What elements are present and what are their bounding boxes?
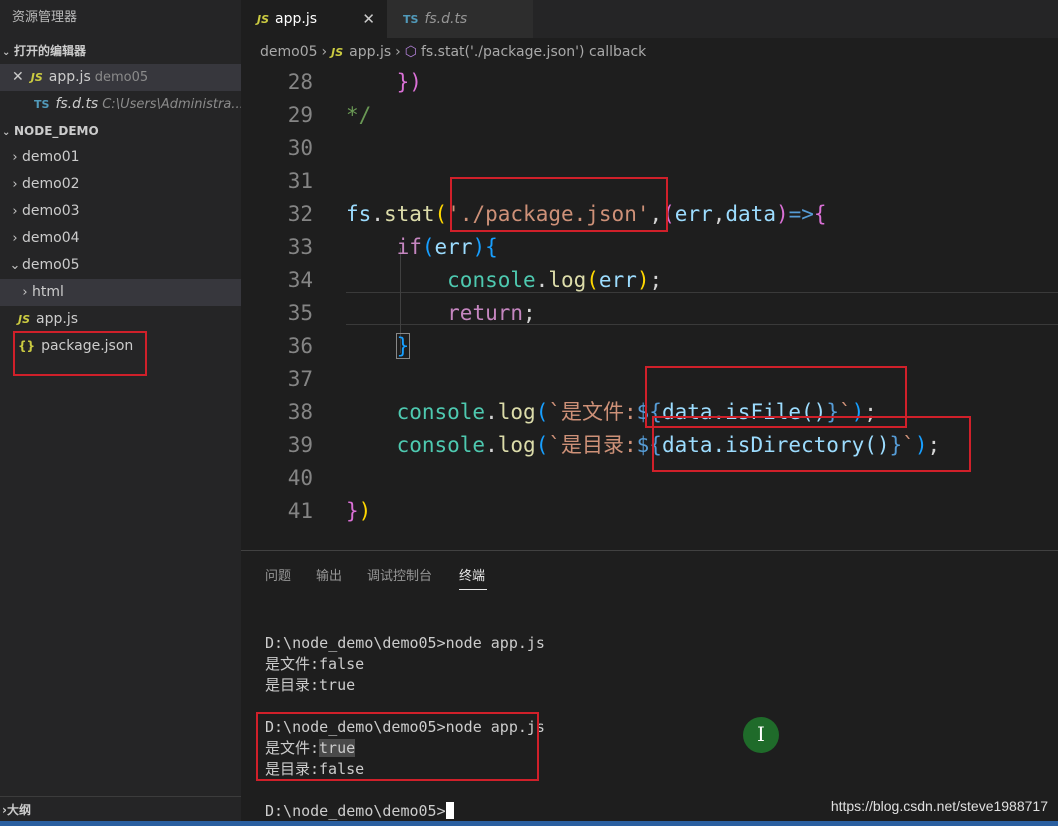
open-editors-header[interactable]: ⌄ 打开的编辑器 <box>0 38 241 64</box>
code-line: fs.stat('./package.json',(err,data)=>{ <box>346 202 827 226</box>
terminal-line: 是文件:false <box>265 655 365 673</box>
folder-demo05[interactable]: ⌄ demo05 <box>0 252 241 279</box>
chevron-right-icon: › <box>12 150 18 165</box>
line-number: 33 <box>287 235 313 259</box>
breadcrumb: demo05 › JS app.js › ⬡ fs.stat('./package.json… <box>241 38 1058 66</box>
js-file-icon: JS <box>18 313 31 326</box>
line-number: 36 <box>287 334 313 358</box>
folder-demo03[interactable]: › demo03 <box>0 198 241 225</box>
mouse-cursor-icon: I <box>743 717 779 753</box>
code-line: } <box>395 333 411 359</box>
line-number: 35 <box>287 301 313 325</box>
folder-demo04[interactable]: › demo04 <box>0 225 241 252</box>
line-number: 38 <box>287 400 313 424</box>
line-number: 32 <box>287 202 313 226</box>
file-package-json[interactable]: {} package.json <box>0 333 241 360</box>
editor-tabs: JS app.js ✕ TS fs.d.ts <box>241 0 1058 38</box>
line-number: 30 <box>287 136 313 160</box>
status-bar <box>0 821 1058 826</box>
code-line: }) <box>346 499 372 523</box>
json-file-icon: {} <box>18 339 36 353</box>
chevron-right-icon: › <box>12 231 18 246</box>
chevron-right-icon: › <box>321 44 328 60</box>
folder-html[interactable]: › html <box>0 279 241 306</box>
bottom-panel: 问题 输出 调试控制台 终端 D:\node_demo\demo05>node … <box>241 550 1058 826</box>
outline-header[interactable]: ›大纲 <box>0 796 241 822</box>
terminal-line: D:\node_demo\demo05>node app.js <box>265 634 545 652</box>
line-number: 34 <box>287 268 313 292</box>
js-file-icon: JS <box>30 71 43 84</box>
close-icon[interactable]: ✕ <box>12 69 24 85</box>
breadcrumb-folder[interactable]: demo05 <box>260 44 318 60</box>
js-file-icon: JS <box>257 13 270 26</box>
chevron-right-icon: › <box>395 44 401 60</box>
terminal-prompt[interactable]: D:\node_demo\demo05> <box>265 801 545 822</box>
line-number: 37 <box>287 367 313 391</box>
chevron-right-icon: › <box>12 204 18 219</box>
line-number: 28 <box>287 70 313 94</box>
js-file-icon: JS <box>331 46 344 59</box>
folder-demo01[interactable]: › demo01 <box>0 144 241 171</box>
terminal-line: D:\node_demo\demo05>node app.js <box>265 718 545 736</box>
selected-text: true <box>319 739 356 757</box>
chevron-right-icon: › <box>22 285 28 300</box>
code-line: if(err){ <box>396 235 498 259</box>
project-header[interactable]: ⌄ NODE_DEMO <box>0 118 241 144</box>
tab-output[interactable]: 输出 <box>316 565 342 584</box>
folder-demo02[interactable]: › demo02 <box>0 171 241 198</box>
tab-terminal[interactable]: 终端 <box>459 565 485 584</box>
chevron-right-icon: › <box>12 177 18 192</box>
code-line: */ <box>346 103 372 127</box>
file-app-js[interactable]: JS app.js <box>0 306 241 333</box>
tab-fs-d-ts[interactable]: TS fs.d.ts <box>387 0 533 38</box>
tab-app-js[interactable]: JS app.js ✕ <box>241 0 387 38</box>
terminal-line: 是目录:true <box>265 676 356 694</box>
line-number: 41 <box>287 499 313 523</box>
code-line: console.log(`是文件:${data.isFile()}`); <box>396 400 877 424</box>
terminal-line: 是目录:false <box>265 760 365 778</box>
chevron-down-icon: ⌄ <box>2 127 11 138</box>
close-icon[interactable]: ✕ <box>362 0 375 38</box>
tab-debug-console[interactable]: 调试控制台 <box>367 565 432 584</box>
terminal-line: 是文件:true <box>265 739 356 757</box>
ts-file-icon: TS <box>403 13 419 26</box>
chevron-down-icon: ⌄ <box>9 258 21 273</box>
line-number: 39 <box>287 433 313 457</box>
code-line: console.log(`是目录:${data.isDirectory()}`)… <box>396 433 941 457</box>
tab-problems[interactable]: 问题 <box>265 565 291 584</box>
terminal-output[interactable]: D:\node_demo\demo05>node app.js 是文件:fals… <box>265 633 545 822</box>
breadcrumb-symbol[interactable]: fs.stat('./package.json') callback <box>421 44 646 60</box>
ts-file-icon: TS <box>34 98 50 111</box>
code-line: return; <box>447 301 536 325</box>
active-tab-indicator <box>459 589 487 590</box>
terminal-cursor <box>445 802 454 819</box>
explorer-title: 资源管理器 <box>12 10 78 25</box>
code-line: console.log(err); <box>447 268 663 292</box>
code-line: }) <box>396 70 422 94</box>
open-editor-fs-d-ts[interactable]: TS fs.d.ts C:\Users\Administra... <box>0 91 241 118</box>
line-number: 31 <box>287 169 313 193</box>
explorer-sidebar: 资源管理器 ⌄ 打开的编辑器 ✕ JS app.js demo05 TS fs.d.ts C… <box>0 0 241 826</box>
line-number: 29 <box>287 103 313 127</box>
chevron-down-icon: ⌄ <box>2 47 11 58</box>
watermark: https://blog.csdn.net/steve1988717 <box>830 798 1048 814</box>
code-editor[interactable]: 28 }) 29 */ 30 31 32 fs.stat('./package.js… <box>241 66 1058 550</box>
open-editor-app-js[interactable]: ✕ JS app.js demo05 <box>0 64 241 91</box>
cube-icon: ⬡ <box>404 44 417 60</box>
breadcrumb-file[interactable]: app.js <box>349 44 391 60</box>
line-number: 40 <box>287 466 313 490</box>
